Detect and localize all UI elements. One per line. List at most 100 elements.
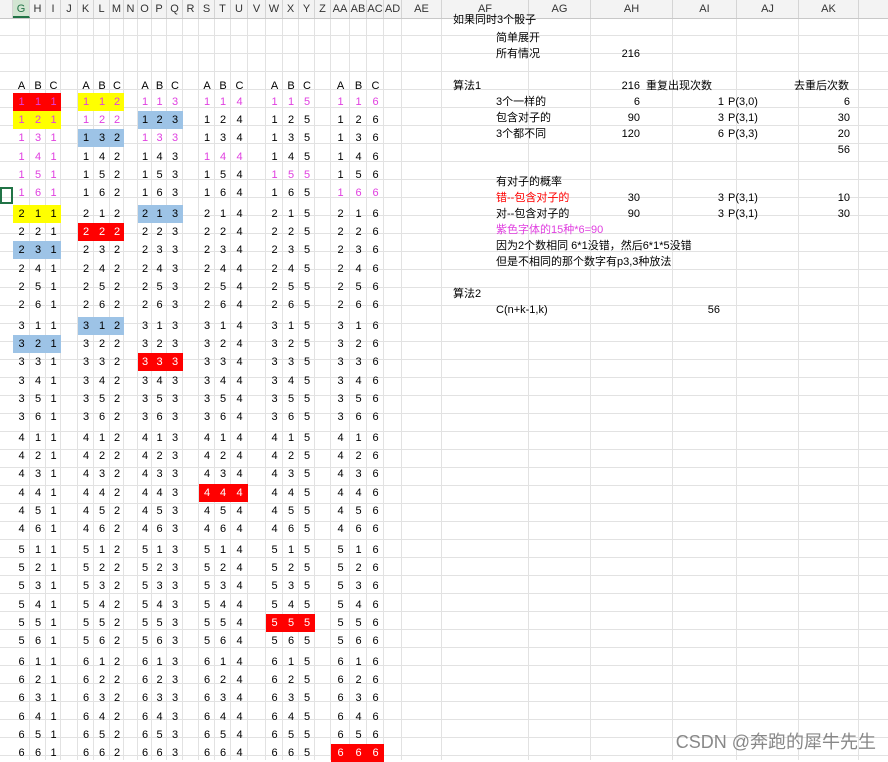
dice-value-cell[interactable]: 3 bbox=[138, 409, 152, 426]
dice-value-cell[interactable]: 5 bbox=[215, 503, 231, 520]
dice-value-cell[interactable]: 1 bbox=[138, 185, 152, 202]
dice-value-cell[interactable]: 5 bbox=[138, 578, 152, 595]
dice-value-cell[interactable]: 2 bbox=[110, 149, 124, 166]
dice-value-cell[interactable]: 1 bbox=[266, 185, 283, 202]
dice-value-cell[interactable]: 6 bbox=[13, 745, 30, 762]
dice-value-cell[interactable]: 3 bbox=[215, 242, 231, 259]
dice-value-cell[interactable]: 5 bbox=[30, 167, 46, 184]
right-row-repeat[interactable]: 3 bbox=[644, 206, 726, 223]
dice-value-cell[interactable]: 5 bbox=[299, 297, 315, 314]
dice-value-cell[interactable]: 3 bbox=[13, 409, 30, 426]
explain-line-1[interactable]: 因为2个数相同 6*1没错，然后6*1*5没错 bbox=[494, 238, 692, 255]
dice-value-cell[interactable]: 6 bbox=[367, 242, 384, 259]
dice-value-cell[interactable]: 1 bbox=[46, 185, 61, 202]
dice-value-cell[interactable]: 6 bbox=[266, 690, 283, 707]
dice-value-cell[interactable]: 4 bbox=[350, 485, 367, 502]
dice-value-cell[interactable]: 5 bbox=[331, 542, 350, 559]
dice-value-cell[interactable]: 6 bbox=[266, 672, 283, 689]
block-header-cell[interactable]: B bbox=[152, 78, 167, 95]
dice-value-cell[interactable]: 3 bbox=[94, 690, 110, 707]
dice-value-cell[interactable]: 5 bbox=[30, 391, 46, 408]
dice-value-cell[interactable]: 3 bbox=[152, 242, 167, 259]
dice-value-cell[interactable]: 6 bbox=[78, 745, 94, 762]
column-header-ae[interactable]: AE bbox=[402, 0, 442, 18]
dice-value-cell[interactable]: 6 bbox=[367, 167, 384, 184]
dice-value-cell[interactable]: 4 bbox=[231, 112, 248, 129]
dice-value-cell[interactable]: 6 bbox=[13, 654, 30, 671]
dice-value-cell[interactable]: 6 bbox=[331, 654, 350, 671]
dice-value-cell[interactable]: 2 bbox=[138, 297, 152, 314]
block-header-cell[interactable]: C bbox=[367, 78, 384, 95]
dice-value-cell[interactable]: 6 bbox=[30, 297, 46, 314]
dice-value-cell[interactable]: 2 bbox=[110, 727, 124, 744]
dice-value-cell[interactable]: 5 bbox=[299, 185, 315, 202]
dice-value-cell[interactable]: 4 bbox=[138, 503, 152, 520]
dice-value-cell[interactable]: 4 bbox=[231, 503, 248, 520]
dice-value-cell[interactable]: 6 bbox=[30, 185, 46, 202]
dice-value-cell[interactable]: 1 bbox=[152, 94, 167, 111]
column-header-ak[interactable]: AK bbox=[799, 0, 859, 18]
dice-value-cell[interactable]: 2 bbox=[110, 130, 124, 147]
pair-prob-label[interactable]: 有对子的概率 bbox=[494, 174, 562, 191]
dice-value-cell[interactable]: 1 bbox=[94, 430, 110, 447]
dice-value-cell[interactable]: 4 bbox=[138, 448, 152, 465]
dice-value-cell[interactable]: 2 bbox=[94, 336, 110, 353]
dice-value-cell[interactable]: 1 bbox=[46, 354, 61, 371]
block-header-cell[interactable]: C bbox=[299, 78, 315, 95]
dice-value-cell[interactable]: 4 bbox=[30, 261, 46, 278]
dice-value-cell[interactable]: 6 bbox=[13, 672, 30, 689]
dice-value-cell[interactable]: 1 bbox=[46, 130, 61, 147]
dice-value-cell[interactable]: 3 bbox=[167, 279, 183, 296]
dice-value-cell[interactable]: 2 bbox=[152, 224, 167, 241]
dice-value-cell[interactable]: 2 bbox=[138, 279, 152, 296]
dice-value-cell[interactable]: 2 bbox=[350, 560, 367, 577]
dice-value-cell[interactable]: 2 bbox=[110, 391, 124, 408]
dice-value-cell[interactable]: 5 bbox=[299, 224, 315, 241]
dice-value-cell[interactable]: 5 bbox=[138, 615, 152, 632]
block-header-cell[interactable]: B bbox=[350, 78, 367, 95]
dice-value-cell[interactable]: 1 bbox=[152, 542, 167, 559]
dice-value-cell[interactable]: 6 bbox=[367, 448, 384, 465]
all-cases-value[interactable]: 216 bbox=[580, 46, 642, 63]
dice-value-cell[interactable]: 4 bbox=[283, 597, 299, 614]
dice-value-cell[interactable]: 4 bbox=[231, 745, 248, 762]
wrong-row-perm[interactable]: P(3,1) bbox=[726, 190, 758, 207]
dice-value-cell[interactable]: 2 bbox=[266, 242, 283, 259]
dice-value-cell[interactable]: 3 bbox=[283, 130, 299, 147]
dice-value-cell[interactable]: 6 bbox=[199, 654, 215, 671]
dice-value-cell[interactable]: 5 bbox=[299, 112, 315, 129]
dice-value-cell[interactable]: 4 bbox=[231, 206, 248, 223]
dice-value-cell[interactable]: 4 bbox=[94, 485, 110, 502]
column-header-z[interactable]: Z bbox=[315, 0, 331, 18]
dice-value-cell[interactable]: 1 bbox=[152, 206, 167, 223]
dice-value-cell[interactable]: 2 bbox=[138, 224, 152, 241]
dice-value-cell[interactable]: 4 bbox=[331, 448, 350, 465]
dice-value-cell[interactable]: 4 bbox=[78, 466, 94, 483]
dice-value-cell[interactable]: 4 bbox=[78, 521, 94, 538]
dice-value-cell[interactable]: 4 bbox=[152, 709, 167, 726]
dice-value-cell[interactable]: 2 bbox=[110, 430, 124, 447]
dice-value-cell[interactable]: 2 bbox=[110, 485, 124, 502]
dice-value-cell[interactable]: 4 bbox=[78, 430, 94, 447]
dice-value-cell[interactable]: 1 bbox=[46, 336, 61, 353]
dice-value-cell[interactable]: 5 bbox=[266, 615, 283, 632]
dice-value-cell[interactable]: 6 bbox=[30, 409, 46, 426]
dice-value-cell[interactable]: 1 bbox=[138, 94, 152, 111]
block-header-cell[interactable]: C bbox=[231, 78, 248, 95]
dice-value-cell[interactable]: 1 bbox=[30, 94, 46, 111]
dice-value-cell[interactable]: 1 bbox=[46, 485, 61, 502]
dice-value-cell[interactable]: 6 bbox=[367, 633, 384, 650]
dice-value-cell[interactable]: 3 bbox=[167, 112, 183, 129]
dice-value-cell[interactable]: 5 bbox=[299, 466, 315, 483]
dice-value-cell[interactable]: 3 bbox=[152, 690, 167, 707]
dice-value-cell[interactable]: 2 bbox=[110, 654, 124, 671]
block-header-cell[interactable]: A bbox=[331, 78, 350, 95]
dice-value-cell[interactable]: 5 bbox=[299, 633, 315, 650]
dice-value-cell[interactable]: 3 bbox=[167, 615, 183, 632]
dice-value-cell[interactable]: 2 bbox=[283, 448, 299, 465]
dice-value-cell[interactable]: 1 bbox=[138, 167, 152, 184]
dice-value-cell[interactable]: 3 bbox=[266, 391, 283, 408]
dice-value-cell[interactable]: 2 bbox=[110, 466, 124, 483]
dice-value-cell[interactable]: 1 bbox=[30, 542, 46, 559]
dice-value-cell[interactable]: 3 bbox=[13, 318, 30, 335]
